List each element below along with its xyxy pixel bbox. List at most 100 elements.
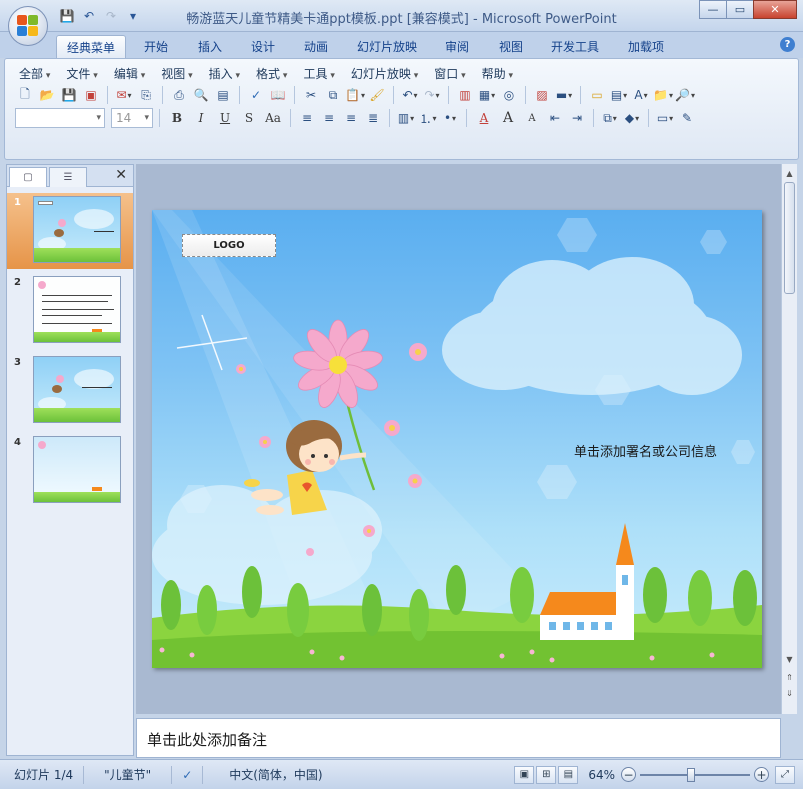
bold-button[interactable]: B	[166, 108, 188, 128]
permission-icon[interactable]: ▣	[81, 85, 101, 105]
slide-thumbnail-4[interactable]: 4	[7, 433, 133, 509]
zoom-icon[interactable]: 🔎	[675, 85, 695, 105]
current-slide[interactable]: LOGO 单击添加署名或公司信息	[152, 210, 762, 668]
shrink-font-button[interactable]: A	[521, 108, 543, 128]
signature-textbox[interactable]: 单击添加署名或公司信息	[574, 441, 717, 460]
zoom-out-button[interactable]: −	[621, 767, 636, 782]
zoom-level[interactable]: 64%	[588, 768, 615, 782]
media-icon[interactable]: ◎	[499, 85, 519, 105]
tab-view[interactable]: 视图	[489, 35, 533, 58]
menu-view[interactable]: 视图	[155, 63, 198, 84]
columns-icon[interactable]: ▥	[396, 108, 416, 128]
slideshow-view-button[interactable]: ▤	[558, 765, 579, 784]
scroll-up-icon[interactable]: ▲	[782, 166, 797, 181]
outline-tab[interactable]: ☰	[49, 167, 87, 187]
next-slide-icon[interactable]: ⇓	[782, 686, 797, 701]
tab-animation[interactable]: 动画	[294, 35, 338, 58]
undo-icon[interactable]: ↶	[400, 85, 420, 105]
menu-help[interactable]: 帮助	[476, 63, 519, 84]
align-left-icon[interactable]: ≡	[297, 108, 317, 128]
copy-icon[interactable]: ⧉	[323, 85, 343, 105]
menu-file[interactable]: 文件	[60, 63, 103, 84]
slides-tab[interactable]: ▢	[9, 167, 47, 187]
zoom-slider-knob[interactable]	[686, 767, 695, 782]
close-button[interactable]: ✕	[753, 0, 797, 19]
textbox-icon[interactable]: A	[631, 85, 651, 105]
align-center-icon[interactable]: ≡	[319, 108, 339, 128]
publish-icon[interactable]: ⎘	[136, 85, 156, 105]
fit-to-window-icon[interactable]: ⤢	[775, 765, 795, 784]
print-icon[interactable]: ⎙	[169, 85, 189, 105]
open-icon[interactable]: 📂	[37, 85, 57, 105]
tab-design[interactable]: 设计	[241, 35, 285, 58]
slide-thumbnail-2[interactable]: 2	[7, 273, 133, 349]
bullets-icon[interactable]: •	[440, 108, 460, 128]
numbering-icon[interactable]: ⒈	[418, 108, 438, 128]
tab-developer[interactable]: 开发工具	[541, 35, 609, 58]
folder-icon[interactable]: 📁	[653, 85, 673, 105]
minimize-button[interactable]: —	[699, 0, 727, 19]
research-icon[interactable]: ▤	[213, 85, 233, 105]
chart-icon[interactable]: ▥	[455, 85, 475, 105]
zoom-in-button[interactable]: +	[754, 767, 769, 782]
spelling-icon[interactable]: ✓	[246, 85, 266, 105]
color-grayscale-icon[interactable]: ▬	[554, 85, 574, 105]
picture-icon[interactable]: ▨	[532, 85, 552, 105]
slide-thumbnail-1[interactable]: 1	[7, 193, 133, 269]
tab-home[interactable]: 开始	[134, 35, 178, 58]
tab-addins[interactable]: 加载项	[618, 35, 674, 58]
slide-sorter-button[interactable]: ⊞	[536, 765, 557, 784]
redo-icon[interactable]: ↷	[422, 85, 442, 105]
decrease-indent-icon[interactable]: ⇤	[545, 108, 565, 128]
font-size-combo[interactable]: 14	[111, 108, 153, 128]
office-button[interactable]	[8, 6, 48, 46]
menu-all[interactable]: 全部	[13, 63, 56, 84]
logo-placeholder[interactable]: LOGO	[182, 234, 276, 257]
spellcheck-icon[interactable]: ✓	[172, 765, 204, 784]
font-color-button[interactable]: A	[473, 108, 495, 128]
format-painter-icon[interactable]: 🖌	[367, 85, 387, 105]
email-icon[interactable]: ✉	[114, 85, 134, 105]
underline-button[interactable]: U	[214, 108, 236, 128]
justify-icon[interactable]: ≣	[363, 108, 383, 128]
normal-view-button[interactable]: ▣	[514, 765, 535, 784]
menu-slideshow[interactable]: 幻灯片放映	[345, 63, 424, 84]
shape-outline-icon[interactable]: ✎	[677, 108, 697, 128]
tab-review[interactable]: 审阅	[435, 35, 479, 58]
italic-button[interactable]: I	[190, 108, 212, 128]
shapes-icon[interactable]: ◆	[622, 108, 642, 128]
align-right-icon[interactable]: ≡	[341, 108, 361, 128]
new-slide-icon[interactable]: ▭	[587, 85, 607, 105]
translate-icon[interactable]: 📖	[268, 85, 288, 105]
tab-classic-menu[interactable]: 经典菜单	[56, 35, 127, 58]
restore-button[interactable]: ▭	[726, 0, 754, 19]
increase-indent-icon[interactable]: ⇥	[567, 108, 587, 128]
help-icon[interactable]: ?	[780, 37, 795, 52]
menu-window[interactable]: 窗口	[428, 63, 471, 84]
cut-icon[interactable]: ✂	[301, 85, 321, 105]
scroll-thumb[interactable]	[784, 182, 795, 294]
vertical-scrollbar[interactable]: ▲ ▼ ⇑ ⇓	[781, 164, 797, 714]
shape-fill-icon[interactable]: ▭	[655, 108, 675, 128]
shadow-button[interactable]: S	[238, 108, 260, 128]
language-indicator[interactable]: 中文(简体，中国)	[203, 766, 332, 784]
table-icon[interactable]: ▦	[477, 85, 497, 105]
layout-icon[interactable]: ▤	[609, 85, 629, 105]
new-icon[interactable]: 🗋	[15, 85, 35, 105]
arrange-icon[interactable]: ⧉	[600, 108, 620, 128]
menu-format[interactable]: 格式	[250, 63, 293, 84]
menu-edit[interactable]: 编辑	[108, 63, 151, 84]
notes-pane[interactable]: 单击此处添加备注	[136, 718, 781, 758]
paste-icon[interactable]: 📋	[345, 85, 365, 105]
scroll-down-icon[interactable]: ▼	[782, 652, 797, 667]
print-preview-icon[interactable]: 🔍	[191, 85, 211, 105]
zoom-slider[interactable]	[640, 767, 750, 782]
tab-insert[interactable]: 插入	[188, 35, 232, 58]
grow-font-button[interactable]: A	[497, 108, 519, 128]
previous-slide-icon[interactable]: ⇑	[782, 670, 797, 685]
close-pane-icon[interactable]: ✕	[115, 167, 127, 183]
slide-thumbnail-3[interactable]: 3	[7, 353, 133, 429]
change-case-button[interactable]: Aa	[262, 108, 284, 128]
font-name-combo[interactable]	[15, 108, 105, 128]
menu-tools[interactable]: 工具	[297, 63, 340, 84]
